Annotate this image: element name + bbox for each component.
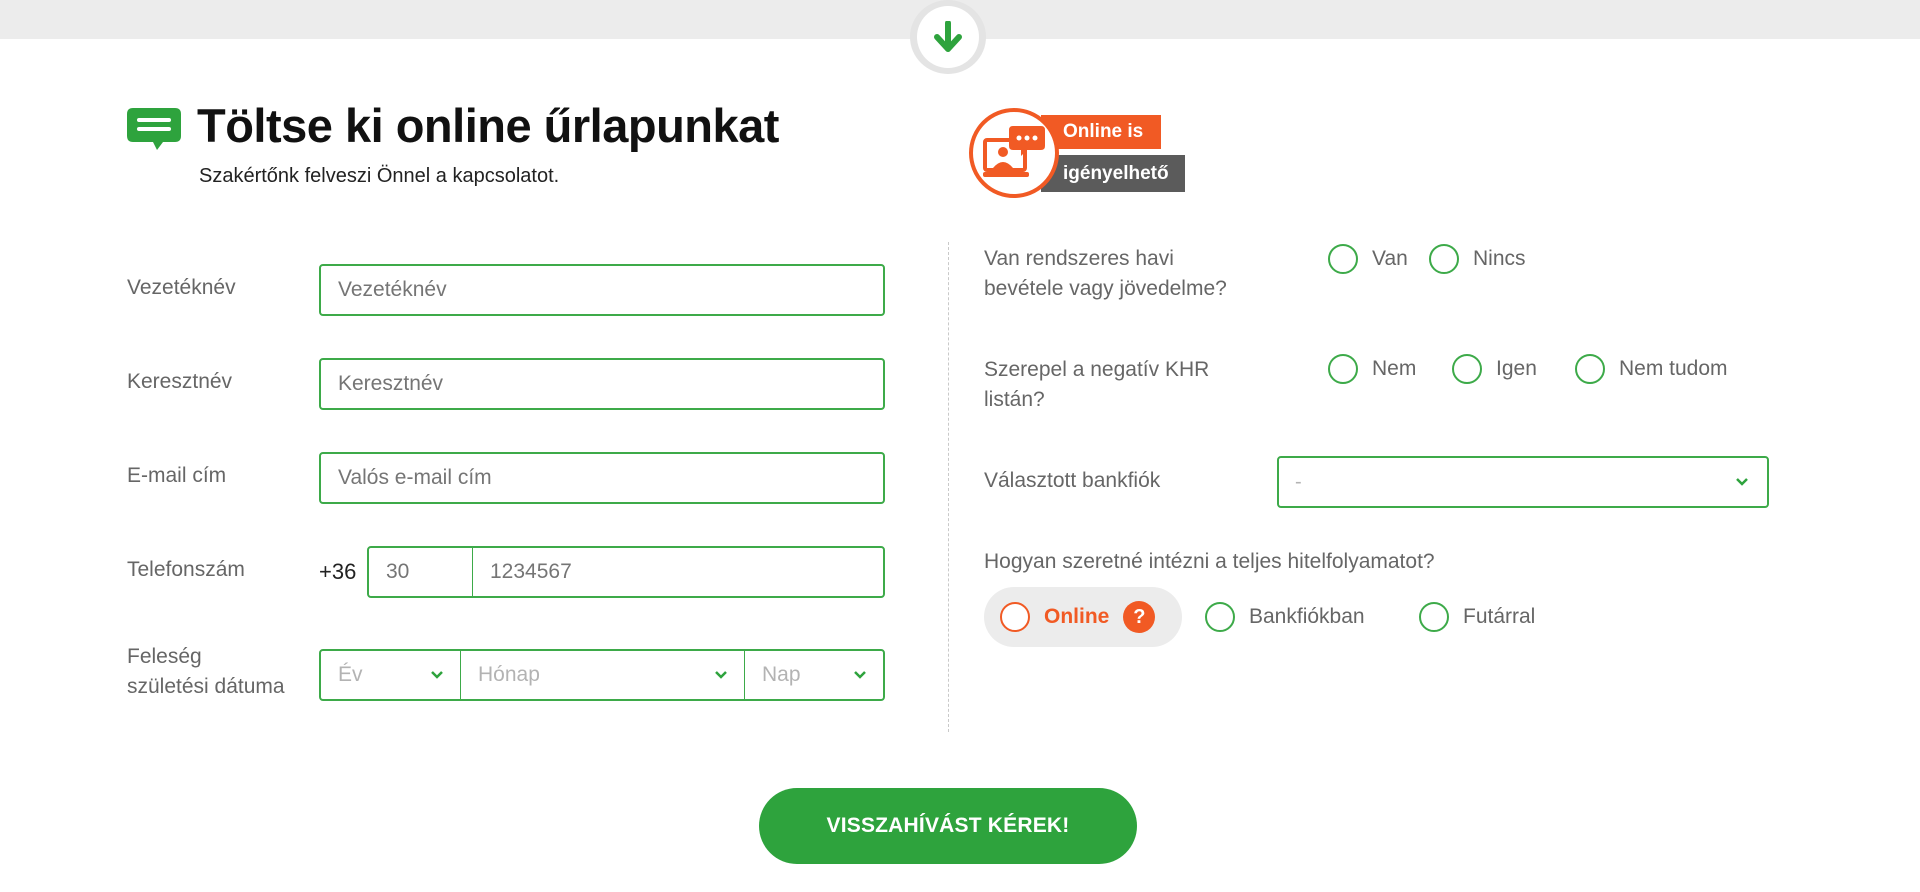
last-name-input[interactable] xyxy=(319,264,885,316)
spouse-birth-label-line1: Feleség xyxy=(127,645,202,668)
online-consultation-icon xyxy=(983,126,1045,177)
first-name-input[interactable] xyxy=(319,358,885,410)
phone-label: Telefonszám xyxy=(127,558,245,581)
process-question: Hogyan szeretné intézni a teljes hitelfo… xyxy=(984,550,1435,573)
scroll-down-button[interactable] xyxy=(910,0,986,74)
email-label: E-mail cím xyxy=(127,464,227,487)
radio-circle xyxy=(1452,354,1482,384)
month-select[interactable]: Hónap xyxy=(460,651,744,699)
radio-circle xyxy=(1328,244,1358,274)
radio-income-van[interactable]: Van xyxy=(1328,244,1408,274)
branch-select-value: - xyxy=(1295,470,1302,493)
radio-circle xyxy=(1205,602,1235,632)
chevron-down-icon xyxy=(431,671,443,679)
online-option-label: Online xyxy=(1044,605,1110,628)
income-question-line1: Van rendszeres havi xyxy=(984,247,1174,270)
page-title: Töltse ki online űrlapunkat xyxy=(197,99,779,152)
radio-label: Bankfiókban xyxy=(1249,605,1365,628)
badge-line2: igényelhető xyxy=(1041,155,1185,192)
radio-circle xyxy=(1000,602,1030,632)
radio-khr-igen[interactable]: Igen xyxy=(1452,354,1537,384)
branch-label: Választott bankfiók xyxy=(984,469,1161,492)
branch-select[interactable]: - xyxy=(1277,456,1769,508)
scroll-down-inner xyxy=(917,6,979,68)
last-name-label: Vezetéknév xyxy=(127,276,236,299)
radio-label: Nincs xyxy=(1473,247,1526,270)
spouse-birth-label: Feleség születési dátuma xyxy=(127,642,285,702)
day-select-value: Nap xyxy=(762,663,801,686)
birth-date-group: Év Hónap Nap xyxy=(319,649,885,701)
chevron-down-icon xyxy=(715,671,727,679)
radio-process-online[interactable]: Online ? xyxy=(984,587,1182,647)
spouse-birth-label-line2: születési dátuma xyxy=(127,675,285,698)
online-badge: Online is igényelhető xyxy=(969,108,1214,198)
page-subtitle: Szakértőnk felveszi Önnel a kapcsolatot. xyxy=(199,165,560,187)
khr-question-line1: Szerepel a negatív KHR xyxy=(984,358,1210,381)
radio-circle xyxy=(1429,244,1459,274)
radio-circle xyxy=(1419,602,1449,632)
email-input[interactable] xyxy=(319,452,885,504)
day-select[interactable]: Nap xyxy=(744,651,883,699)
chevron-down-icon xyxy=(1736,478,1748,486)
phone-number-input[interactable] xyxy=(472,546,885,598)
column-divider xyxy=(948,242,949,732)
radio-process-futar[interactable]: Futárral xyxy=(1419,602,1535,632)
radio-circle xyxy=(1575,354,1605,384)
chat-bubble-icon xyxy=(127,108,181,150)
khr-question: Szerepel a negatív KHR listán? xyxy=(984,355,1209,415)
phone-area-input[interactable] xyxy=(367,546,473,598)
help-icon[interactable]: ? xyxy=(1123,601,1156,633)
radio-khr-nem[interactable]: Nem xyxy=(1328,354,1416,384)
income-question: Van rendszeres havi bevétele vagy jövede… xyxy=(984,244,1227,304)
radio-process-bankfiok[interactable]: Bankfiókban xyxy=(1205,602,1365,632)
chevron-down-icon xyxy=(854,671,866,679)
year-select[interactable]: Év xyxy=(321,651,460,699)
arrow-down-icon xyxy=(934,21,962,52)
radio-circle xyxy=(1328,354,1358,384)
radio-label: Van xyxy=(1372,247,1408,270)
phone-prefix: +36 xyxy=(319,559,357,584)
badge-line1: Online is xyxy=(1041,115,1162,149)
radio-label: Igen xyxy=(1496,357,1537,380)
month-select-value: Hónap xyxy=(478,663,540,686)
first-name-label: Keresztnév xyxy=(127,370,233,393)
badge-circle xyxy=(969,108,1059,198)
income-question-line2: bevétele vagy jövedelme? xyxy=(984,277,1227,300)
callback-request-button[interactable]: VISSZAHÍVÁST KÉREK! xyxy=(759,788,1137,864)
khr-question-line2: listán? xyxy=(984,388,1045,411)
year-select-value: Év xyxy=(338,663,363,686)
radio-income-nincs[interactable]: Nincs xyxy=(1429,244,1526,274)
radio-khr-nem-tudom[interactable]: Nem tudom xyxy=(1575,354,1728,384)
radio-label: Nem xyxy=(1372,357,1417,380)
radio-label: Nem tudom xyxy=(1619,357,1728,380)
radio-label: Futárral xyxy=(1463,605,1536,628)
